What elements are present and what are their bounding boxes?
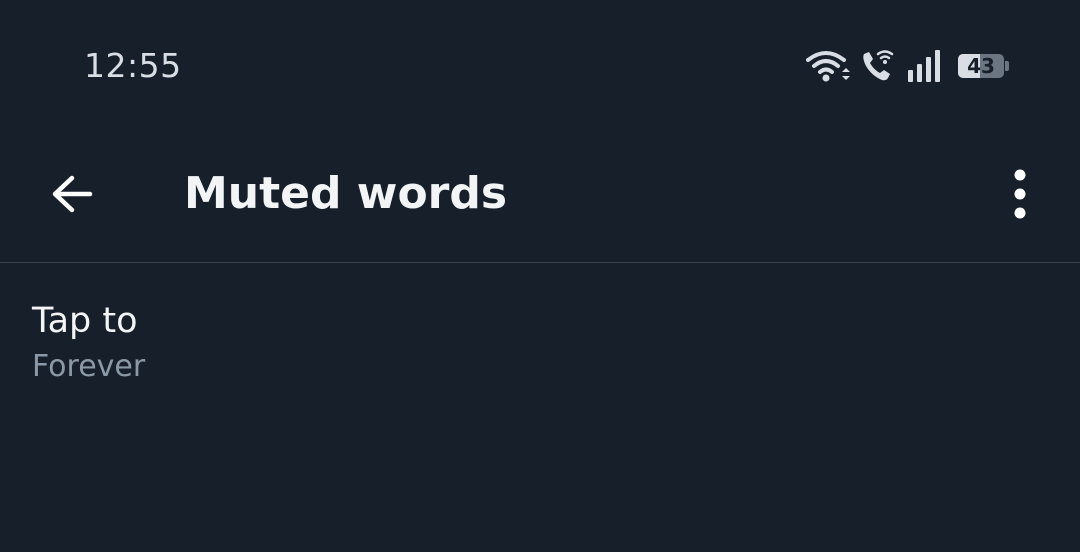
signal-icon — [908, 50, 940, 82]
muted-word-item[interactable]: Tap to Forever — [0, 263, 1080, 403]
status-icons: 43 — [806, 48, 1016, 84]
wifi-calling-icon — [863, 50, 894, 81]
status-bar: 12:55 43 — [0, 0, 1080, 130]
wifi-icon — [806, 51, 850, 82]
battery-level: 43 — [967, 54, 995, 78]
more-options-button[interactable] — [996, 158, 1044, 230]
status-time: 12:55 — [84, 46, 182, 85]
mute-duration: Forever — [32, 349, 146, 384]
more-vertical-icon — [1014, 169, 1026, 219]
muted-word-text: Tap to — [32, 301, 138, 341]
back-button[interactable] — [36, 158, 108, 230]
battery-icon: 43 — [958, 54, 1009, 78]
arrow-left-icon — [52, 175, 93, 213]
page-title: Muted words — [184, 168, 508, 219]
top-app-bar: Muted words — [0, 130, 1080, 263]
